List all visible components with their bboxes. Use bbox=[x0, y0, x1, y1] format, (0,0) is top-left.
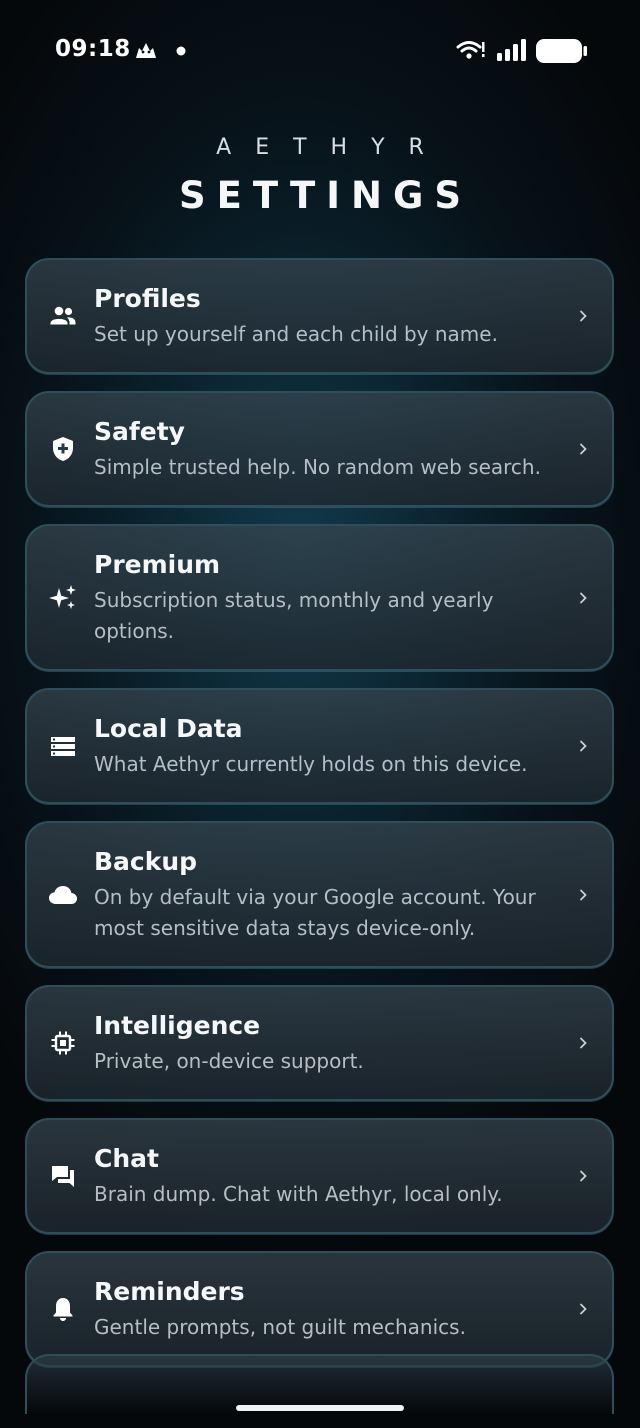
notification-app-icon bbox=[136, 43, 156, 58]
chevron-right-icon bbox=[580, 443, 587, 455]
settings-item-title: Reminders bbox=[94, 1277, 245, 1306]
settings-list: Profiles Set up yourself and each child … bbox=[25, 258, 614, 1384]
bell-icon bbox=[53, 1298, 73, 1321]
storage-icon bbox=[51, 737, 75, 756]
shield-icon bbox=[53, 437, 73, 461]
settings-item-premium[interactable]: Premium Subscription status, monthly and… bbox=[25, 524, 614, 671]
settings-item-title: Premium bbox=[94, 550, 221, 579]
settings-item-description: Simple trusted help. No random web searc… bbox=[94, 455, 541, 479]
settings-item-reminders[interactable]: Reminders Gentle prompts, not guilt mech… bbox=[25, 1251, 614, 1367]
sparkle-icon bbox=[49, 584, 76, 609]
settings-item-local-data[interactable]: Local Data What Aethyr currently holds o… bbox=[25, 688, 614, 804]
page-title: SETTINGS bbox=[179, 174, 472, 217]
wifi-icon bbox=[456, 41, 485, 59]
notification-dot-icon bbox=[176, 46, 186, 56]
chevron-right-icon bbox=[580, 592, 587, 603]
signal-icon bbox=[497, 39, 526, 61]
chevron-right-icon bbox=[580, 740, 587, 752]
settings-item-description: Brain dump. Chat with Aethyr, local only… bbox=[94, 1182, 503, 1206]
settings-item-intelligence[interactable]: Intelligence Private, on-device support. bbox=[25, 985, 614, 1101]
settings-item-title: Local Data bbox=[94, 714, 243, 743]
settings-item-chat[interactable]: Chat Brain dump. Chat with Aethyr, local… bbox=[25, 1118, 614, 1234]
settings-item-title: Chat bbox=[94, 1144, 159, 1173]
chevron-right-icon bbox=[580, 1170, 587, 1182]
settings-item-title: Safety bbox=[94, 417, 185, 446]
chevron-right-icon bbox=[580, 889, 587, 900]
settings-item-title: Profiles bbox=[94, 284, 201, 313]
people-icon bbox=[50, 306, 76, 325]
settings-item-title: Backup bbox=[94, 847, 198, 876]
settings-item-description: Gentle prompts, not guilt mechanics. bbox=[94, 1315, 466, 1339]
settings-item-description: On by default via your Google account. Y… bbox=[94, 885, 536, 940]
chevron-right-icon bbox=[580, 1303, 587, 1315]
settings-item-safety[interactable]: Safety Simple trusted help. No random we… bbox=[25, 391, 614, 507]
settings-item-profiles[interactable]: Profiles Set up yourself and each child … bbox=[25, 258, 614, 374]
chevron-right-icon bbox=[580, 310, 587, 322]
settings-item-description: Set up yourself and each child by name. bbox=[94, 322, 498, 346]
battery-icon bbox=[536, 39, 587, 63]
settings-item-description: Private, on-device support. bbox=[94, 1049, 364, 1073]
chip-icon bbox=[51, 1031, 75, 1055]
settings-item-description: Subscription status, monthly and yearly … bbox=[94, 588, 494, 643]
page-header: AETHYR SETTINGS bbox=[0, 130, 640, 217]
settings-item-backup[interactable]: Backup On by default via your Google acc… bbox=[25, 821, 614, 968]
chat-icon bbox=[52, 1166, 74, 1187]
settings-item-title: Intelligence bbox=[94, 1011, 261, 1040]
chevron-right-icon bbox=[580, 1037, 587, 1049]
home-indicator[interactable] bbox=[236, 1405, 404, 1411]
brand-name: AETHYR bbox=[216, 135, 448, 160]
status-time: 09:18 bbox=[55, 36, 131, 62]
status-bar: 09:18 bbox=[0, 0, 640, 100]
settings-item-description: What Aethyr currently holds on this devi… bbox=[94, 752, 528, 776]
cloud-icon bbox=[49, 885, 77, 904]
